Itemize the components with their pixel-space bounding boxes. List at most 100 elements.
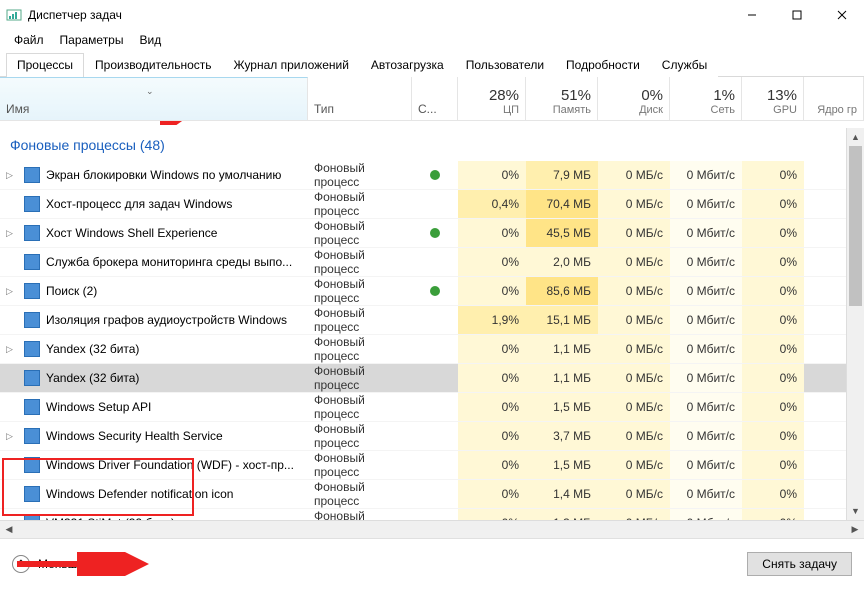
process-name: Yandex (32 бита) [46, 342, 139, 356]
type-cell: Фоновый процесс [308, 306, 412, 334]
footer: ⌃ Меньше Снять задачу [0, 538, 864, 589]
status-cell [412, 219, 458, 247]
type-cell: Фоновый процесс [308, 219, 412, 247]
column-cpu[interactable]: 28%ЦП [458, 77, 526, 120]
type-cell: Фоновый процесс [308, 393, 412, 421]
menu-view[interactable]: Вид [131, 31, 169, 49]
task-name-cell: ▷Хост Windows Shell Experience [0, 219, 308, 247]
minimize-button[interactable] [729, 0, 774, 30]
maximize-button[interactable] [774, 0, 819, 30]
window-title: Диспетчер задач [28, 8, 729, 22]
process-icon [24, 225, 40, 241]
tab-1[interactable]: Производительность [84, 53, 222, 77]
task-name-cell: ▷ Экран блокировки Windows по умолчанию [0, 161, 308, 189]
process-row[interactable]: Windows Defender notification iconФоновы… [0, 480, 846, 509]
tab-2[interactable]: Журнал приложений [223, 53, 360, 77]
gpu-cell: 0% [742, 393, 804, 421]
disk-cell: 0 МБ/с [598, 335, 670, 363]
task-name-cell: Windows Defender notification icon [0, 480, 308, 508]
process-row[interactable]: Yandex (32 бита)Фоновый процесс0%1,1 МБ0… [0, 364, 846, 393]
tab-0[interactable]: Процессы [6, 53, 84, 77]
process-name: Windows Driver Foundation (WDF) - хост-п… [46, 458, 294, 472]
close-button[interactable] [819, 0, 864, 30]
end-task-button[interactable]: Снять задачу [747, 552, 852, 576]
disk-cell: 0 МБ/с [598, 393, 670, 421]
scroll-down-button[interactable]: ▼ [847, 502, 864, 520]
network-cell: 0 Мбит/с [670, 277, 742, 305]
tab-5[interactable]: Подробности [555, 53, 651, 77]
column-type[interactable]: Тип [308, 77, 412, 120]
memory-cell: 1,1 МБ [526, 335, 598, 363]
network-cell: 0 Мбит/с [670, 422, 742, 450]
chevron-up-icon: ⌃ [12, 555, 30, 573]
process-row[interactable]: ▷Поиск (2)Фоновый процесс0%85,6 МБ0 МБ/с… [0, 277, 846, 306]
scroll-left-button[interactable]: ◀ [0, 521, 18, 538]
process-row[interactable]: Windows Driver Foundation (WDF) - хост-п… [0, 451, 846, 480]
tab-4[interactable]: Пользователи [455, 53, 555, 77]
type-cell: Фоновый процесс [308, 248, 412, 276]
expand-icon[interactable]: ▷ [6, 286, 18, 297]
process-name: Изоляция графов аудиоустройств Windows [46, 313, 287, 327]
tab-bar: ПроцессыПроизводительностьЖурнал приложе… [0, 52, 864, 77]
gpu-cell: 0% [742, 480, 804, 508]
memory-cell: 1,1 МБ [526, 364, 598, 392]
memory-cell: 2,0 МБ [526, 248, 598, 276]
process-name: Экран блокировки Windows по умолчанию [46, 168, 281, 182]
type-cell: Фоновый процесс [308, 480, 412, 508]
fewer-details-button[interactable]: ⌃ Меньше [12, 555, 84, 573]
hscroll-track[interactable] [18, 521, 846, 538]
net-percent: 1% [713, 87, 735, 104]
process-row[interactable]: Изоляция графов аудиоустройств Windows Фо… [0, 306, 846, 335]
scroll-thumb[interactable] [849, 146, 862, 306]
disk-cell: 0 МБ/с [598, 364, 670, 392]
column-memory[interactable]: 51%Память [526, 77, 598, 120]
scroll-right-button[interactable]: ▶ [846, 521, 864, 538]
cpu-cell: 0% [458, 480, 526, 508]
network-cell: 0 Мбит/с [670, 219, 742, 247]
process-row[interactable]: ▷ Экран блокировки Windows по умолчанию Фо… [0, 161, 846, 190]
process-row[interactable]: ▷Хост Windows Shell ExperienceФоновый пр… [0, 219, 846, 248]
disk-cell: 0 МБ/с [598, 306, 670, 334]
process-name: Хост-процесс для задач Windows [46, 197, 232, 211]
column-status[interactable]: С... [412, 77, 458, 120]
gpu-engine-label: Ядро гр [817, 104, 857, 116]
network-cell: 0 Мбит/с [670, 161, 742, 189]
horizontal-scrollbar[interactable]: ◀ ▶ [0, 520, 864, 538]
task-name-cell: ▷ Yandex (32 бита) [0, 335, 308, 363]
column-name[interactable]: Имя ⌄ [0, 77, 308, 120]
column-disk[interactable]: 0%Диск [598, 77, 670, 120]
expand-icon[interactable]: ▷ [6, 228, 18, 239]
gpu-cell: 0% [742, 451, 804, 479]
expand-icon[interactable]: ▷ [6, 344, 18, 355]
vertical-scrollbar[interactable]: ▲ ▼ [846, 128, 864, 520]
process-row[interactable]: Хост-процесс для задач Windows Фоновый пр… [0, 190, 846, 219]
type-cell: Фоновый процесс [308, 190, 412, 218]
status-cell [412, 393, 458, 421]
network-cell: 0 Мбит/с [670, 335, 742, 363]
tab-6[interactable]: Службы [651, 53, 718, 77]
process-row[interactable]: Служба брокера мониторинга среды выпо...… [0, 248, 846, 277]
column-gpu-engine[interactable]: Ядро гр [804, 77, 864, 120]
cpu-percent: 28% [489, 87, 519, 104]
process-row[interactable]: Windows Setup APIФоновый процесс0%1,5 МБ… [0, 393, 846, 422]
expand-icon[interactable]: ▷ [6, 170, 18, 181]
process-icon [24, 167, 40, 183]
expand-icon[interactable]: ▷ [6, 431, 18, 442]
cpu-cell: 0% [458, 335, 526, 363]
menu-file[interactable]: Файл [6, 31, 52, 49]
scroll-up-button[interactable]: ▲ [847, 128, 864, 146]
type-cell: Фоновый процесс [308, 161, 412, 189]
status-cell [412, 335, 458, 363]
process-row[interactable]: ▷Yandex (32 бита)Фоновый процесс0%1,1 МБ… [0, 335, 846, 364]
status-cell [412, 422, 458, 450]
type-cell: Фоновый процесс [308, 451, 412, 479]
tab-3[interactable]: Автозагрузка [360, 53, 455, 77]
cpu-cell: 0% [458, 161, 526, 189]
process-icon [24, 312, 40, 328]
column-network[interactable]: 1%Сеть [670, 77, 742, 120]
column-name-label: Имя [6, 102, 29, 116]
process-icon [24, 428, 40, 444]
process-row[interactable]: ▷Windows Security Health ServiceФоновый … [0, 422, 846, 451]
menu-options[interactable]: Параметры [52, 31, 132, 49]
column-gpu[interactable]: 13%GPU [742, 77, 804, 120]
